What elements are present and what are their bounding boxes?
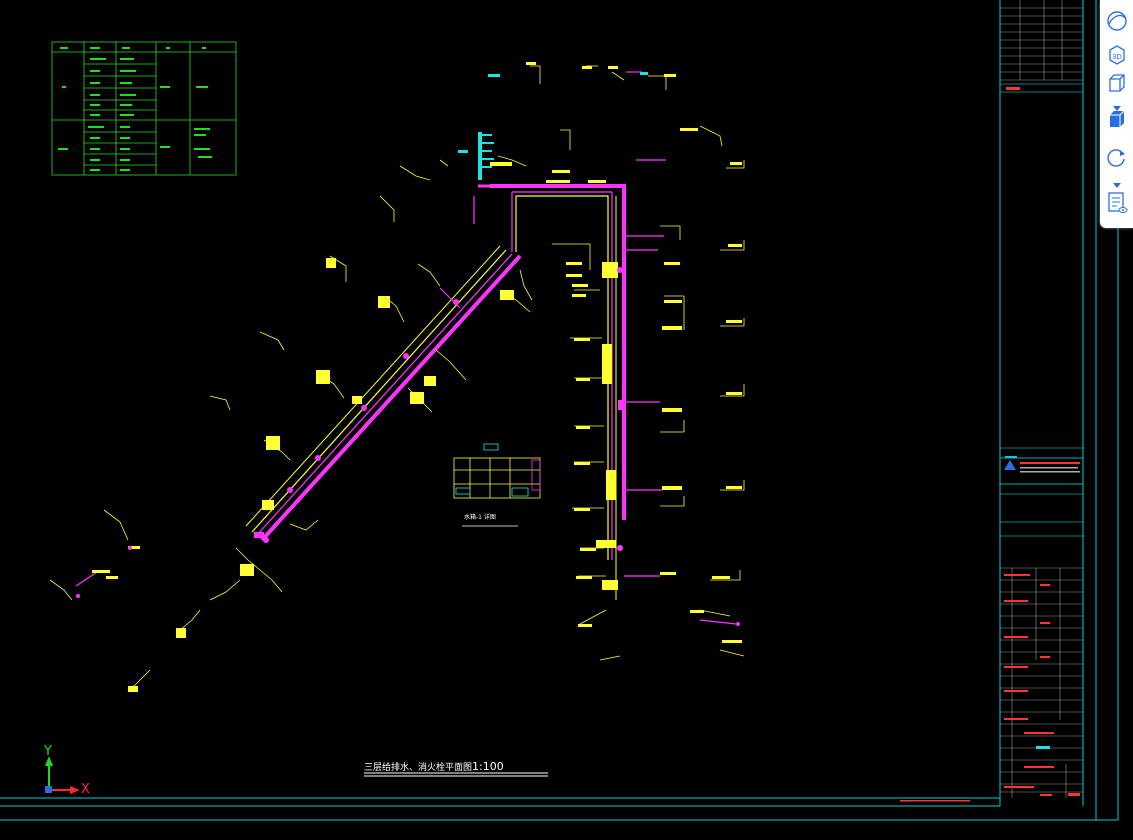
drawing-title: 三层给排水、消火栓平面图1:100: [364, 760, 504, 773]
title-block-marks: [900, 87, 1080, 802]
rotate-icon[interactable]: [1104, 144, 1130, 170]
cyan-markers: [458, 72, 648, 180]
3d-view-icon[interactable]: 3D: [1104, 42, 1130, 68]
title-block: [999, 0, 1084, 798]
orbit-icon[interactable]: [1104, 8, 1130, 34]
title-underline: [364, 772, 548, 777]
view-cube-shaded-icon[interactable]: [1104, 106, 1130, 132]
detail-label: 水箱-1 详图: [464, 514, 496, 521]
legend-table: [51, 41, 237, 176]
drawing-title-text: 三层给排水、消火栓平面图: [364, 763, 473, 773]
pipe-markers: [76, 267, 740, 626]
drawing-frame: [0, 0, 1119, 821]
axis-y-label: Y: [44, 744, 52, 759]
pipe-labels: [92, 62, 742, 692]
3d-label: 3D: [1112, 53, 1122, 61]
view-cube-wire-icon[interactable]: [1104, 70, 1130, 96]
legend-table-text: [58, 47, 212, 171]
chevron-down-icon[interactable]: [1112, 174, 1122, 188]
layer-list-icon[interactable]: [1104, 190, 1130, 216]
chevron-down-icon[interactable]: [1112, 97, 1122, 111]
pipe-network: [75, 71, 737, 625]
drawing-scale: 1:100: [472, 760, 504, 773]
ucs-axis-icon: [45, 756, 80, 794]
view-toolbar: 3D: [1100, 0, 1133, 228]
axis-x-label: X: [81, 782, 90, 797]
cad-drawing-canvas[interactable]: [0, 0, 1133, 840]
